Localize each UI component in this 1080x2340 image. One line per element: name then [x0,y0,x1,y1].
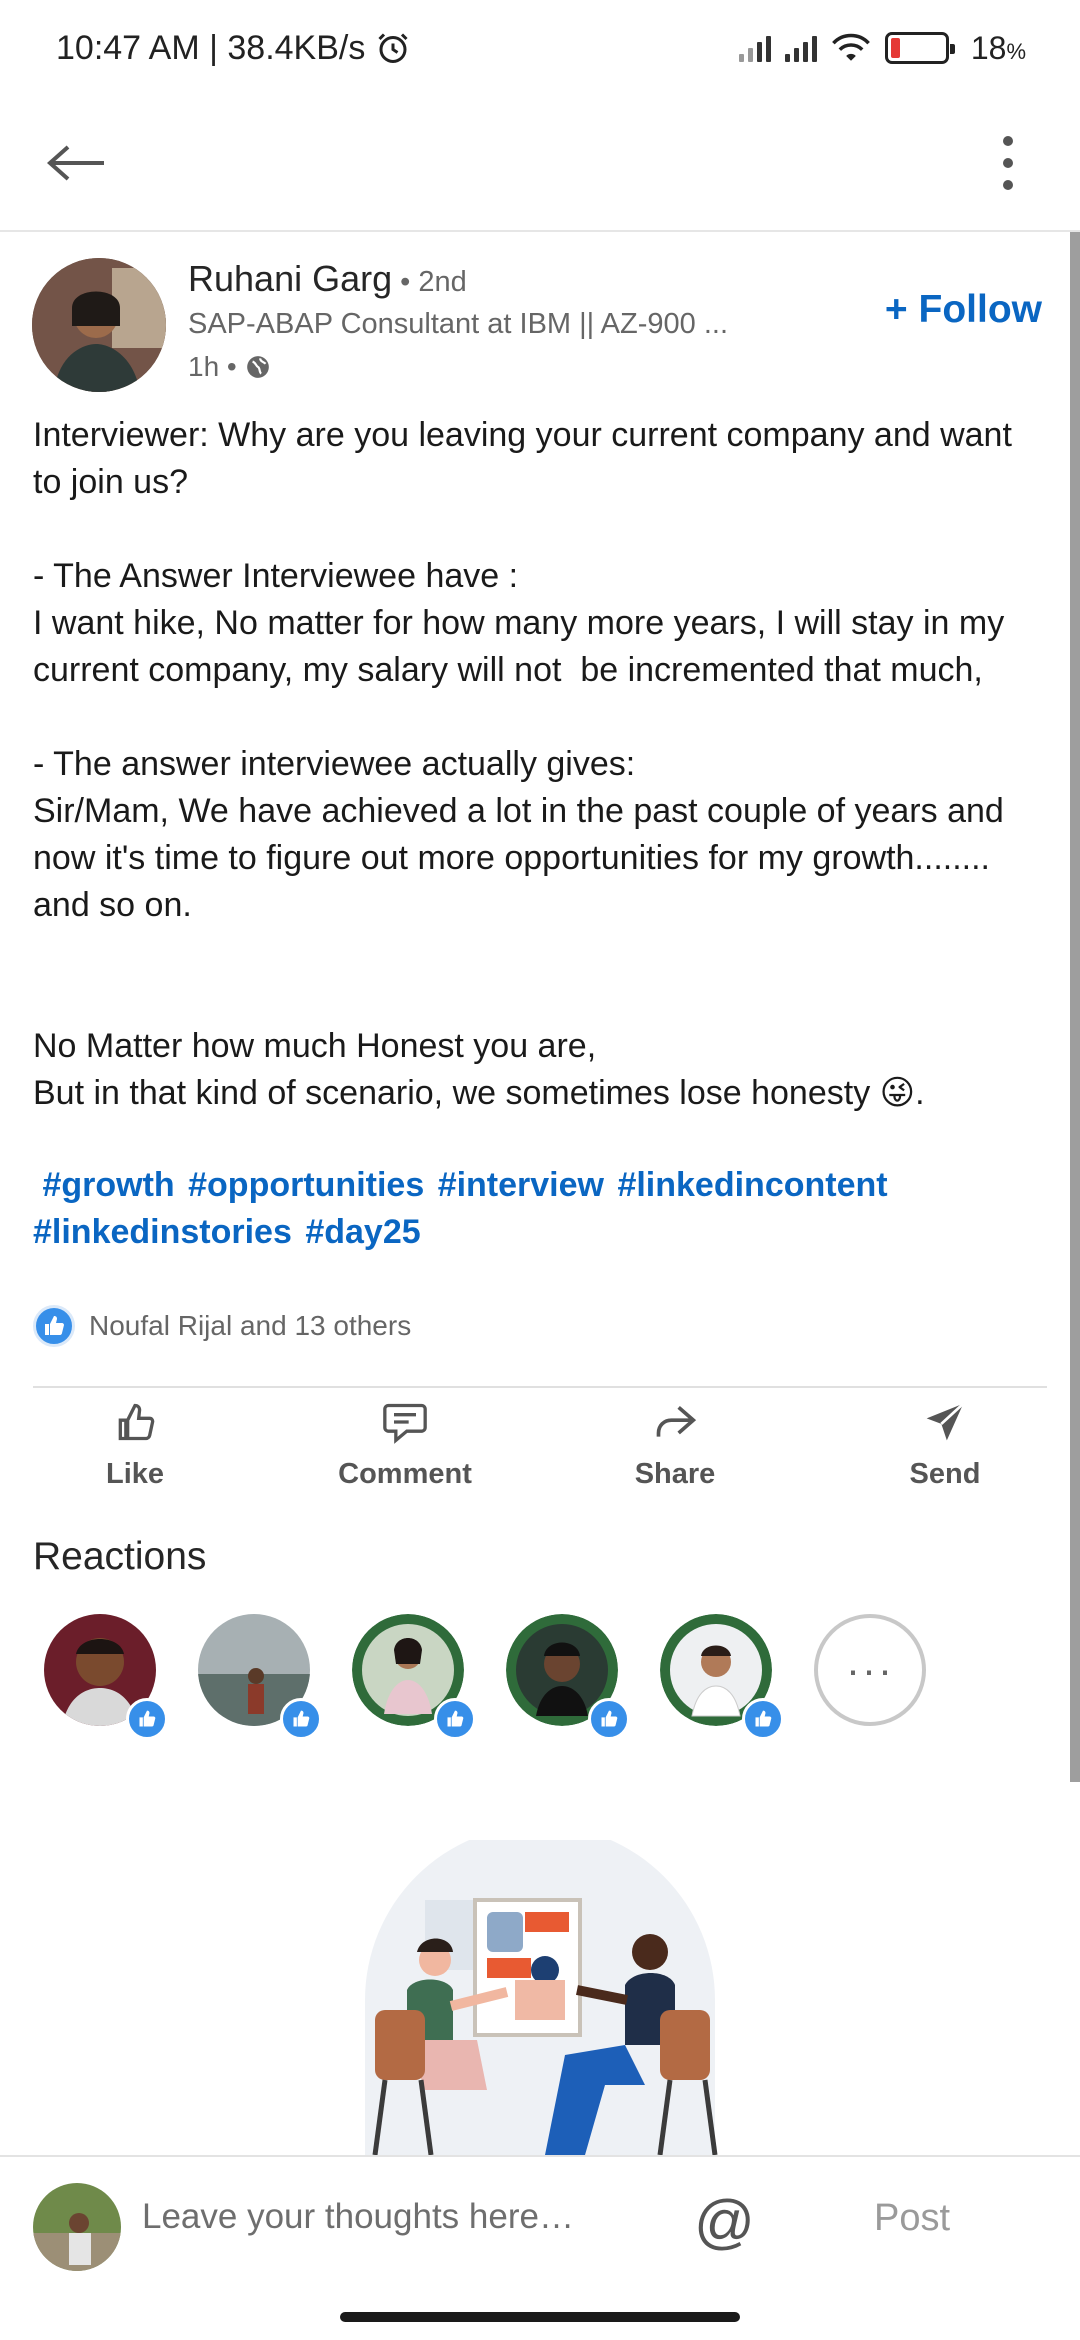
hashtag-link[interactable]: #interview [438,1166,604,1204]
like-badge-icon [588,1698,630,1740]
reactions-title: Reactions [33,1535,207,1578]
like-button[interactable]: Like [50,1400,220,1491]
battery-percentage: 18% [970,29,1026,66]
comment-bar: Leave your thoughts here… @ Post [0,2155,1080,2295]
scrollbar[interactable] [1070,232,1080,1782]
app-bar [0,96,1080,232]
post-text-line: I want hike, No matter for how many more… [33,604,1014,689]
like-reaction-icon [33,1305,75,1347]
interview-illustration [355,1825,725,2156]
status-bar: 10:47 AM | 38.4KB/s 18% [0,0,1080,96]
post-text-line: - The Answer Interviewee have : [33,557,519,595]
author-headline: SAP-ABAP Consultant at IBM || AZ-900 ... [188,308,728,340]
reactor-avatar[interactable] [660,1614,784,1740]
like-badge-icon [126,1698,168,1740]
reactor-avatar[interactable] [352,1614,476,1740]
comment-button[interactable]: Comment [320,1400,490,1491]
like-badge-icon [434,1698,476,1740]
status-time-speed: 10:47 AM | 38.4KB/s [56,28,366,67]
thumbs-up-icon [113,1400,157,1452]
post-text-line [33,976,1043,1023]
more-vertical-icon[interactable] [976,131,1040,195]
user-avatar[interactable] [33,2183,121,2271]
comment-input[interactable]: Leave your thoughts here… [142,2197,574,2237]
post-text-line [33,929,1043,976]
like-badge-icon [742,1698,784,1740]
mention-button[interactable]: @ [694,2187,755,2256]
follow-button[interactable]: + Follow [885,288,1042,332]
hashtag-link[interactable]: #opportunities [188,1166,424,1204]
send-button[interactable]: Send [860,1400,1030,1491]
post-text-line [33,506,1043,553]
hashtag-link[interactable]: #linkedinstories [33,1213,292,1251]
post-time: 1h • [188,351,237,382]
signal-2-icon [784,34,817,62]
like-label: Like [105,1458,165,1490]
connection-degree: • 2nd [392,266,467,298]
battery-fill [890,38,901,58]
author-info[interactable]: Ruhani Garg • 2nd [188,258,467,300]
post-header: Ruhani Garg • 2nd SAP-ABAP Consultant at… [32,258,1042,392]
battery-icon [884,32,955,64]
reaction-summary[interactable]: Noufal Rijal and 13 others [33,1305,411,1347]
reactor-avatar[interactable] [44,1614,168,1740]
reactor-avatar[interactable] [198,1614,322,1740]
hashtag-link[interactable]: #growth [42,1166,174,1204]
post-text-line: Sir/Mam, We have achieved a lot in the p… [33,792,1014,924]
comment-icon [381,1400,429,1452]
divider [33,1386,1047,1388]
wifi-icon [831,32,871,64]
share-label: Share [634,1458,716,1490]
reactor-avatar[interactable] [506,1614,630,1740]
send-label: Send [909,1458,981,1490]
signal-1-icon [738,34,771,62]
post-button[interactable]: Post [874,2197,950,2240]
alarm-icon [375,30,411,66]
status-left: 10:47 AM | 38.4KB/s [56,29,411,68]
post-text-line: - The answer interviewee actually gives: [33,745,636,783]
post-text-line: No Matter how much Honest you are, [33,1027,597,1065]
hashtag-link[interactable]: #linkedincontent [617,1166,887,1204]
home-indicator[interactable] [340,2312,740,2322]
like-badge-icon [280,1698,322,1740]
post-text-line: But in that kind of scenario, we sometim… [33,1074,925,1112]
post-meta: 1h • [188,351,271,383]
status-right: 18% [738,29,1026,67]
comment-label: Comment [338,1458,472,1490]
author-name[interactable]: Ruhani Garg [188,258,392,299]
post-text-line [33,694,1043,741]
more-reactions-button[interactable]: ··· [814,1614,926,1726]
post-actions: Like Comment Share Send [0,1400,1080,1510]
author-avatar[interactable] [32,258,166,392]
arrow-left-icon[interactable] [44,131,108,195]
hashtags: #growth #opportunities #interview #linke… [33,1162,1033,1256]
globe-icon [245,354,271,380]
send-icon [923,1400,967,1452]
share-icon [653,1400,697,1452]
post-text: Interviewer: Why are you leaving your cu… [33,412,1043,1117]
hashtag-link[interactable]: #day25 [305,1213,420,1251]
post-text-line: Interviewer: Why are you leaving your cu… [33,416,1022,501]
share-button[interactable]: Share [590,1400,760,1491]
reaction-summary-text[interactable]: Noufal Rijal and 13 others [89,1310,411,1342]
